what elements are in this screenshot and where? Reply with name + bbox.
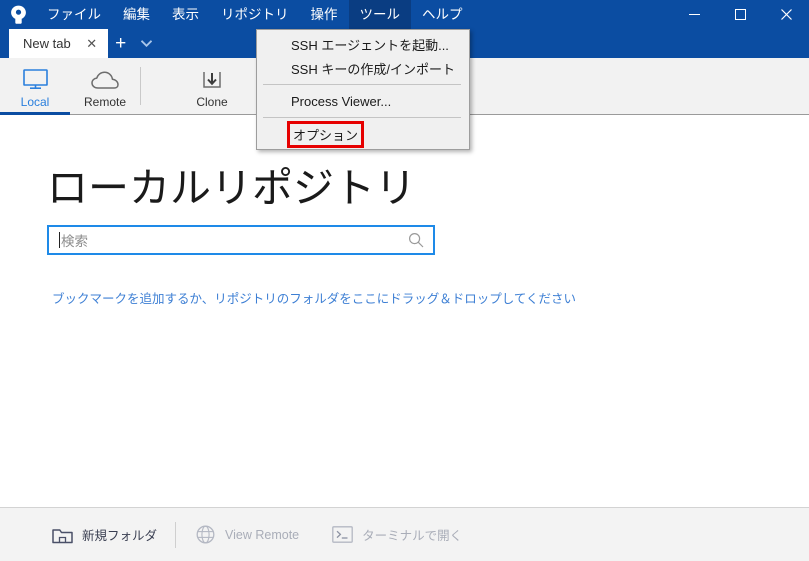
search-placeholder: 検索 bbox=[61, 234, 88, 249]
menu-item-start-ssh-agent[interactable]: SSH エージェントを起動... bbox=[257, 32, 469, 56]
menu-tools[interactable]: ツール bbox=[348, 0, 411, 29]
new-folder-button[interactable]: 新規フォルダ bbox=[44, 517, 164, 553]
menu-item-label: SSH キーの作成/インポート bbox=[291, 61, 455, 77]
view-remote-label: View Remote bbox=[225, 527, 300, 542]
menu-edit[interactable]: 編集 bbox=[112, 0, 161, 29]
globe-icon bbox=[194, 525, 216, 544]
bottom-toolbar: 新規フォルダ View Remote ターミナルで開く bbox=[0, 507, 809, 561]
tab-new-tab[interactable]: New tab ✕ bbox=[9, 29, 108, 58]
menu-actions[interactable]: 操作 bbox=[300, 0, 349, 29]
text-caret bbox=[59, 232, 60, 248]
menu-view[interactable]: 表示 bbox=[161, 0, 210, 29]
maximize-button[interactable] bbox=[717, 0, 763, 29]
menu-item-create-import-ssh-keys[interactable]: SSH キーの作成/インポート bbox=[257, 56, 469, 80]
toolbar-button-remote[interactable]: Remote bbox=[70, 58, 140, 114]
toolbar-button-local[interactable]: Local bbox=[0, 58, 70, 115]
menu-separator bbox=[263, 84, 461, 85]
close-icon[interactable]: ✕ bbox=[85, 37, 99, 50]
terminal-icon bbox=[331, 526, 353, 543]
tab-label: New tab bbox=[23, 36, 71, 51]
toolbar-label-local: Local bbox=[20, 94, 50, 109]
menu-item-process-viewer[interactable]: Process Viewer... bbox=[257, 89, 469, 113]
menu-item-label: オプション bbox=[286, 120, 365, 148]
page-title: ローカルリポジトリ bbox=[47, 165, 416, 211]
open-terminal-label: ターミナルで開く bbox=[362, 529, 463, 543]
menu-repository[interactable]: リポジトリ bbox=[210, 0, 300, 29]
new-folder-icon bbox=[51, 526, 73, 544]
menu-file[interactable]: ファイル bbox=[36, 0, 112, 29]
search-input[interactable]: 検索 bbox=[47, 225, 435, 255]
menu-help[interactable]: ヘルプ bbox=[411, 0, 474, 29]
window-controls bbox=[671, 0, 809, 29]
view-remote-button[interactable]: View Remote bbox=[187, 517, 306, 553]
menu-item-label: Process Viewer... bbox=[291, 93, 392, 109]
toolbar-label-remote: Remote bbox=[83, 94, 127, 109]
minimize-button[interactable] bbox=[671, 0, 717, 29]
drop-hint-text: ブックマークを追加するか、リポジトリのフォルダをここにドラッグ＆ドロップしてくだ… bbox=[52, 292, 577, 306]
search-icon[interactable] bbox=[408, 232, 424, 248]
monitor-icon bbox=[22, 64, 48, 90]
add-tab-button[interactable]: + bbox=[108, 29, 134, 58]
close-button[interactable] bbox=[763, 0, 809, 29]
toolbar-label-clone: Clone bbox=[196, 94, 228, 109]
menu-item-options[interactable]: オプション bbox=[257, 120, 469, 148]
clone-download-icon bbox=[201, 64, 223, 90]
sourcetree-logo-icon bbox=[0, 0, 36, 29]
cloud-icon bbox=[90, 64, 120, 90]
chevron-down-icon[interactable] bbox=[134, 29, 160, 58]
open-terminal-button[interactable]: ターミナルで開く bbox=[324, 517, 469, 553]
new-folder-label: 新規フォルダ bbox=[82, 529, 158, 543]
bottom-divider bbox=[175, 521, 177, 548]
title-bar: ファイル 編集 表示 リポジトリ 操作 ツール ヘルプ bbox=[0, 0, 809, 29]
menu-separator bbox=[263, 117, 461, 118]
menu-bar: ファイル 編集 表示 リポジトリ 操作 ツール ヘルプ bbox=[36, 0, 474, 29]
menu-item-label: SSH エージェントを起動... bbox=[291, 37, 449, 53]
content-area: ローカルリポジトリ 検索 ブックマークを追加するか、リポジトリのフォルダをここに… bbox=[0, 116, 809, 507]
toolbar-button-clone[interactable]: Clone bbox=[177, 58, 247, 114]
application-window: ファイル 編集 表示 リポジトリ 操作 ツール ヘルプ New tab ✕ + bbox=[0, 0, 809, 561]
tools-dropdown-menu: SSH エージェントを起動... SSH キーの作成/インポート Process… bbox=[256, 29, 470, 150]
